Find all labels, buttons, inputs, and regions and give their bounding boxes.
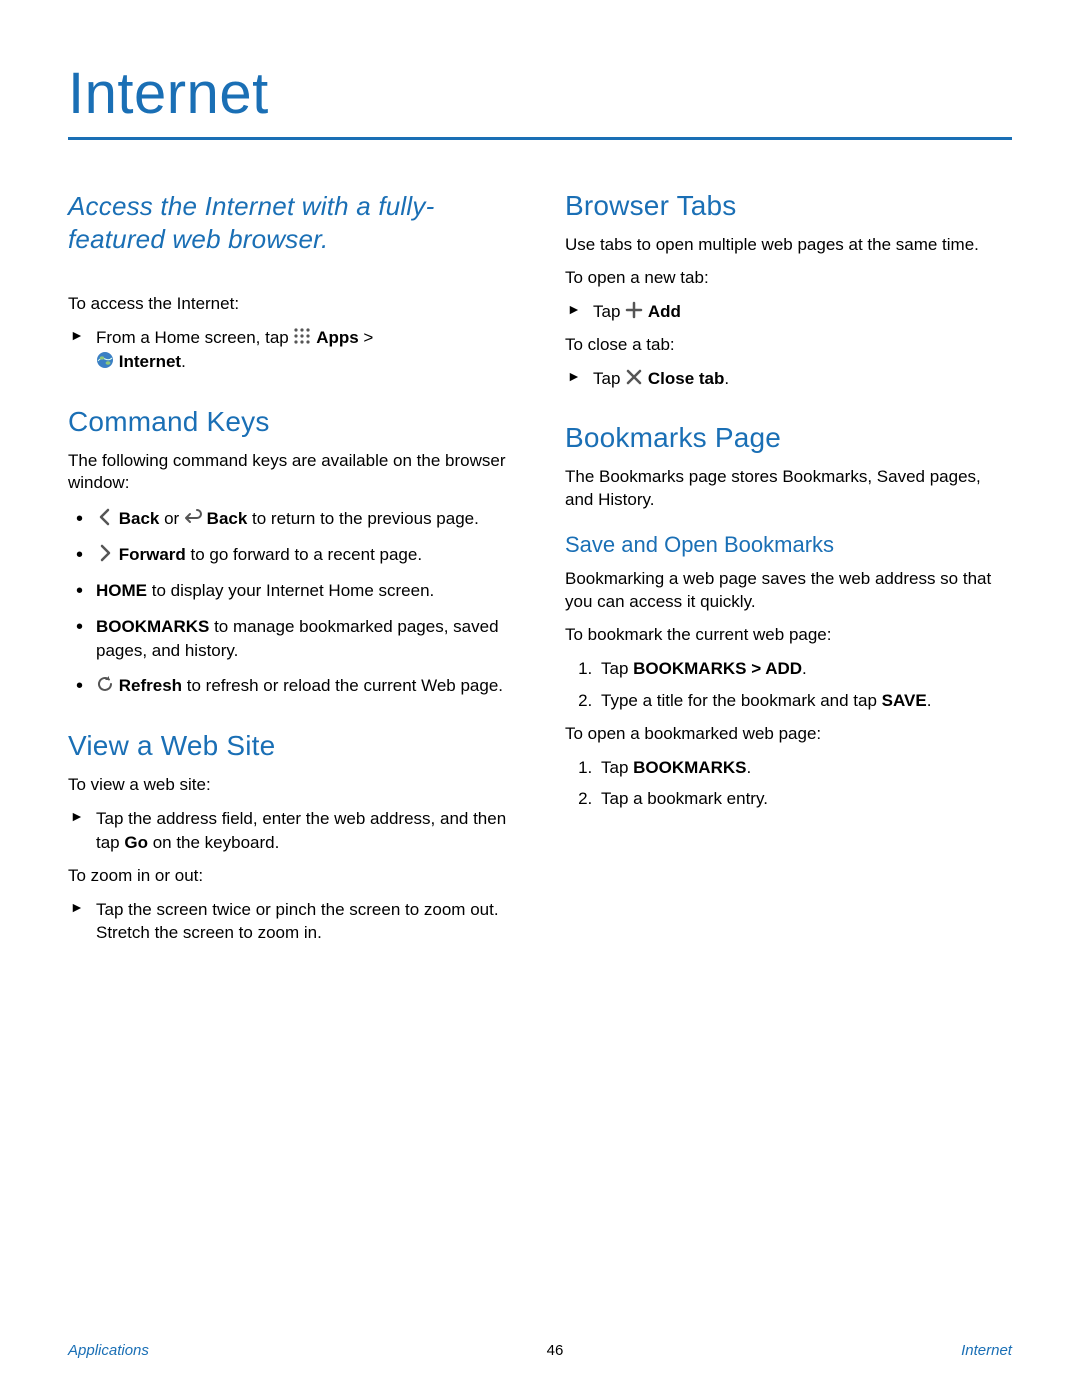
list-item: Back or Back to return to the previous p…	[96, 507, 515, 531]
access-label: To access the Internet:	[68, 293, 515, 316]
list-item: Tap the address field, enter the web add…	[96, 807, 515, 855]
list-item: BOOKMARKS to manage bookmarked pages, sa…	[96, 615, 515, 663]
or-text: or	[159, 509, 184, 528]
back-rest: to return to the previous page.	[247, 509, 479, 528]
save-open-heading: Save and Open Bookmarks	[565, 532, 1012, 558]
page-footer: Applications 46 Internet	[68, 1342, 1012, 1359]
to-bookmark-label: To bookmark the current web page:	[565, 624, 1012, 647]
plus-icon	[625, 301, 643, 319]
page: Internet Access the Internet with a full…	[0, 0, 1080, 1035]
bookmarks-label: BOOKMARKS	[96, 617, 209, 636]
s1bold: BOOKMARKS > ADD	[633, 659, 802, 678]
list-item: Tap Add	[593, 300, 1012, 324]
title-rule	[68, 137, 1012, 140]
refresh-label: Refresh	[119, 676, 182, 695]
s2a: Type a title for the bookmark and tap	[601, 691, 882, 710]
left-column: Access the Internet with a fully-feature…	[68, 190, 515, 955]
list-item: Tap a bookmark entry.	[597, 787, 1012, 811]
s1a: Tap	[601, 659, 633, 678]
home-label: HOME	[96, 581, 147, 600]
footer-right: Internet	[961, 1342, 1012, 1359]
apps-icon	[293, 327, 311, 345]
tap-text-2: Tap	[593, 369, 625, 388]
close-icon	[625, 368, 643, 386]
go-label: Go	[124, 833, 148, 852]
list-item: Type a title for the bookmark and tap SA…	[597, 689, 1012, 713]
command-keys-list: Back or Back to return to the previous p…	[68, 507, 515, 698]
list-item: Forward to go forward to a recent page.	[96, 543, 515, 567]
list-item: Refresh to refresh or reload the current…	[96, 674, 515, 698]
s2bold: SAVE	[882, 691, 927, 710]
back-label-1: Back	[119, 509, 160, 528]
footer-page-number: 46	[547, 1342, 564, 1359]
close-tab-steps: Tap Close tab.	[565, 367, 1012, 391]
close-tab-bold: Close tab	[648, 369, 725, 388]
access-prefix: From a Home screen, tap	[96, 328, 293, 347]
bookmarks-page-heading: Bookmarks Page	[565, 422, 1012, 454]
bookmark-steps: Tap BOOKMARKS > ADD. Type a title for th…	[565, 657, 1012, 713]
add-label: Add	[648, 302, 681, 321]
close-period: .	[724, 369, 729, 388]
save-open-intro: Bookmarking a web page saves the web add…	[565, 568, 1012, 614]
footer-left: Applications	[68, 1342, 149, 1359]
close-tab-label: To close a tab:	[565, 334, 1012, 357]
tabs-intro: Use tabs to open multiple web pages at t…	[565, 234, 1012, 257]
view-steps-2: Tap the screen twice or pinch the screen…	[68, 898, 515, 946]
list-item: Tap the screen twice or pinch the screen…	[96, 898, 515, 946]
open-tab-label: To open a new tab:	[565, 267, 1012, 290]
open-tab-steps: Tap Add	[565, 300, 1012, 324]
right-column: Browser Tabs Use tabs to open multiple w…	[565, 190, 1012, 955]
to-zoom-label: To zoom in or out:	[68, 865, 515, 888]
list-item: Tap BOOKMARKS.	[597, 756, 1012, 780]
open-bookmark-steps: Tap BOOKMARKS. Tap a bookmark entry.	[565, 756, 1012, 812]
access-steps: From a Home screen, tap Apps > Internet.	[68, 326, 515, 374]
list-item: Tap BOOKMARKS > ADD.	[597, 657, 1012, 681]
apps-label: Apps	[316, 328, 359, 347]
browser-tabs-heading: Browser Tabs	[565, 190, 1012, 222]
access-step: From a Home screen, tap Apps > Internet.	[96, 326, 515, 374]
command-keys-intro: The following command keys are available…	[68, 450, 515, 496]
refresh-rest: to refresh or reload the current Web pag…	[182, 676, 503, 695]
view-step1b: on the keyboard.	[148, 833, 279, 852]
o1a: Tap	[601, 758, 633, 777]
page-title: Internet	[68, 60, 1012, 127]
to-open-label: To open a bookmarked web page:	[565, 723, 1012, 746]
internet-label: Internet	[119, 352, 181, 371]
content-columns: Access the Internet with a fully-feature…	[68, 190, 1012, 955]
home-rest: to display your Internet Home screen.	[147, 581, 434, 600]
list-item: HOME to display your Internet Home scree…	[96, 579, 515, 603]
tap-text: Tap	[593, 302, 625, 321]
bookmarks-intro: The Bookmarks page stores Bookmarks, Sav…	[565, 466, 1012, 512]
forward-label: Forward	[119, 545, 186, 564]
forward-rest: to go forward to a recent page.	[186, 545, 422, 564]
command-keys-heading: Command Keys	[68, 406, 515, 438]
period: .	[181, 352, 186, 371]
globe-icon	[96, 351, 114, 369]
list-item: Tap Close tab.	[593, 367, 1012, 391]
intro-text: Access the Internet with a fully-feature…	[68, 190, 515, 255]
view-steps-1: Tap the address field, enter the web add…	[68, 807, 515, 855]
o1bold: BOOKMARKS	[633, 758, 746, 777]
chevron-left-icon	[96, 508, 114, 526]
o1b: .	[746, 758, 751, 777]
back-arrow-icon	[184, 508, 202, 526]
refresh-icon	[96, 675, 114, 693]
view-site-heading: View a Web Site	[68, 730, 515, 762]
back-label-2: Back	[207, 509, 248, 528]
s2b: .	[927, 691, 932, 710]
chevron-right-icon	[96, 544, 114, 562]
s1b: .	[802, 659, 807, 678]
to-view-label: To view a web site:	[68, 774, 515, 797]
sep: >	[359, 328, 374, 347]
